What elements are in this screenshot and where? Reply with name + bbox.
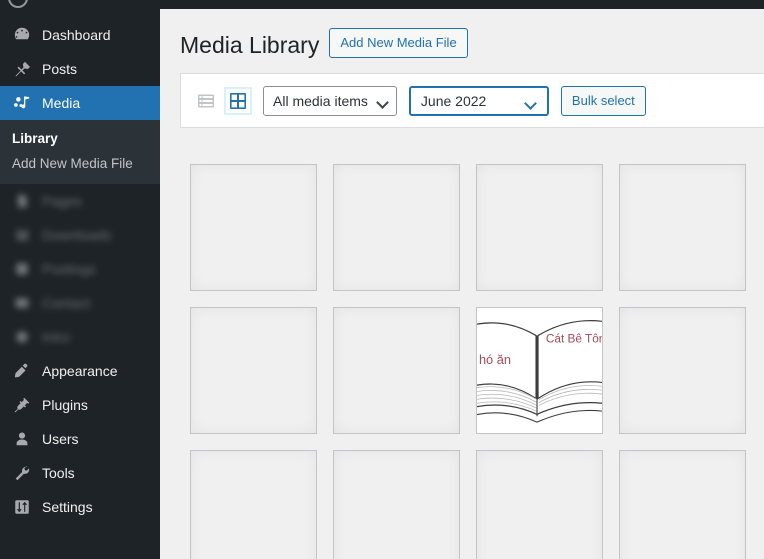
wrench-icon [12, 463, 32, 483]
wp-admin-screen: Dashboard Posts Media Library Add New Me… [0, 0, 764, 559]
pin-icon [12, 59, 32, 79]
sidebar-item-postings[interactable]: Postings [0, 252, 160, 286]
sidebar-item-label: Appearance [42, 363, 118, 379]
sidebar-subitem-library[interactable]: Library [0, 126, 160, 151]
sidebar-item-label: Dashboard [42, 27, 111, 43]
settings-sliders-icon [12, 497, 32, 517]
sidebar-item-appearance[interactable]: Appearance [0, 354, 160, 388]
attachment-4[interactable] [619, 164, 746, 291]
sidebar-subitem-add-new-media-file[interactable]: Add New Media File [0, 151, 160, 176]
sidebar-item-label: Postings [42, 261, 96, 277]
sidebar-item-tools[interactable]: Tools [0, 456, 160, 490]
admin-sidebar-menu: Dashboard Posts Media Library Add New Me… [0, 9, 160, 559]
sidebar-item-intro[interactable]: Intro [0, 320, 160, 354]
contact-icon [12, 293, 32, 313]
user-icon [12, 429, 32, 449]
admin-bar [0, 0, 764, 9]
book-text-left: hó ăn [479, 352, 511, 367]
plug-icon [12, 395, 32, 415]
attachment-1[interactable] [190, 164, 317, 291]
wordpress-logo-icon[interactable] [8, 0, 28, 8]
sidebar-item-label: Intro [42, 329, 71, 345]
sidebar-lower-group: Appearance Plugins Users Tools Settings [0, 354, 160, 524]
list-view-icon[interactable] [194, 89, 218, 113]
main-content: Media Library Add New Media File All med… [160, 9, 764, 559]
sidebar-item-downloads[interactable]: Downloads [0, 218, 160, 252]
attachment-2[interactable] [333, 164, 460, 291]
menu-top-spacer [0, 9, 160, 18]
sidebar-item-label: Settings [42, 499, 93, 515]
sidebar-item-label: Tools [42, 465, 75, 481]
sidebar-item-plugins[interactable]: Plugins [0, 388, 160, 422]
sidebar-item-media[interactable]: Media [0, 86, 160, 120]
sidebar-item-label: Downloads [42, 227, 112, 243]
page-header: Media Library Add New Media File [160, 9, 764, 65]
attachment-12[interactable] [619, 450, 746, 559]
attachment-10[interactable] [333, 450, 460, 559]
open-book-illustration: hó ăn Cát Bê Tông [477, 308, 602, 433]
sidebar-item-label: Plugins [42, 397, 88, 413]
sidebar-item-label: Users [42, 431, 79, 447]
media-type-filter-select[interactable]: All media items [263, 85, 397, 116]
brush-icon [12, 361, 32, 381]
date-filter-select[interactable]: June 2022 [408, 85, 549, 116]
attachment-grid: hó ăn Cát Bê Tông Cát Bê Tông hó ăn [170, 144, 764, 559]
attachment-8[interactable] [619, 307, 746, 434]
sidebar-item-label: Contact [42, 295, 91, 311]
attachment-11[interactable] [476, 450, 603, 559]
add-new-media-file-button[interactable]: Add New Media File [329, 28, 468, 58]
sidebar-item-pages[interactable]: Pages [0, 184, 160, 218]
bulk-select-button[interactable]: Bulk select [560, 85, 646, 116]
sidebar-item-users[interactable]: Users [0, 422, 160, 456]
sidebar-item-label: Pages [42, 193, 82, 209]
attachment-3[interactable] [476, 164, 603, 291]
attachment-7[interactable]: hó ăn Cát Bê Tông Cát Bê Tông hó ăn [476, 307, 603, 434]
view-switch [194, 86, 252, 115]
dashboard-icon [12, 25, 32, 45]
media-toolbar: All media items June 2022 Bulk select [180, 73, 764, 128]
book-text-right: Cát Bê Tông [546, 331, 602, 345]
page-icon [12, 191, 32, 211]
sidebar-blurred-group: Pages Downloads Postings Contact Intro [0, 184, 160, 354]
attachment-9[interactable] [190, 450, 317, 559]
sidebar-item-label: Posts [42, 61, 78, 77]
sidebar-item-dashboard[interactable]: Dashboard [0, 18, 160, 52]
page-title: Media Library [180, 31, 320, 58]
attachment-5[interactable] [190, 307, 317, 434]
media-icon [12, 93, 32, 113]
postings-icon [12, 259, 32, 279]
sidebar-submenu-media: Library Add New Media File [0, 120, 160, 184]
sidebar-item-label: Media [42, 95, 81, 111]
sidebar-item-contact[interactable]: Contact [0, 286, 160, 320]
sidebar-item-posts[interactable]: Posts [0, 52, 160, 86]
downloads-icon [12, 225, 32, 245]
intro-icon [12, 327, 32, 347]
attachment-6[interactable] [333, 307, 460, 434]
grid-view-icon[interactable] [224, 86, 252, 115]
sidebar-item-settings[interactable]: Settings [0, 490, 160, 524]
